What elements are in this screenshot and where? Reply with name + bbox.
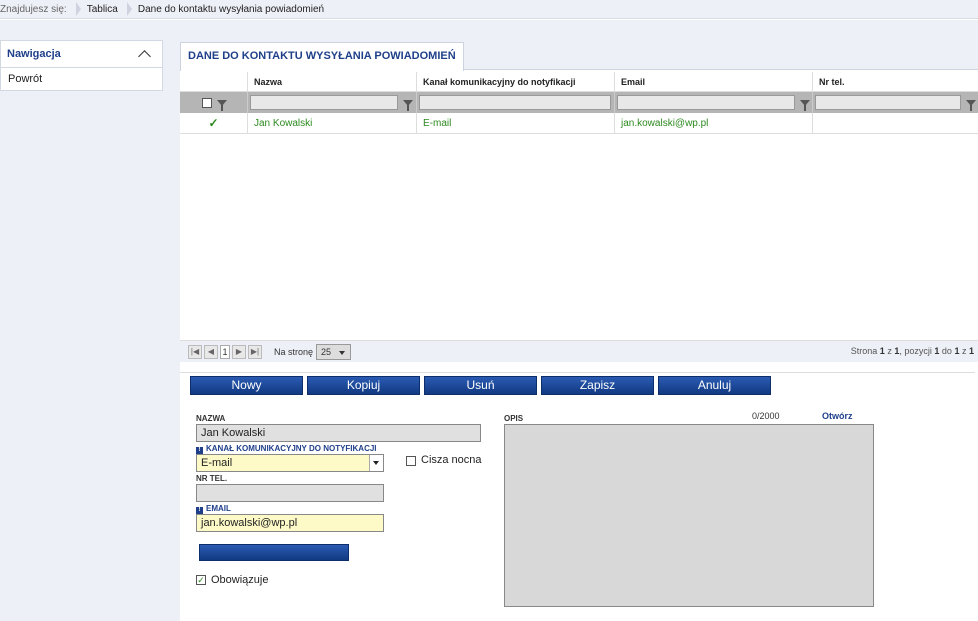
email-label: ! EMAIL [196,504,231,514]
filter-nazwa-input[interactable] [250,95,398,110]
filter-icon[interactable] [800,99,810,111]
row-nazwa: Jan Kowalski [248,113,417,134]
row-kanal: E-mail [417,113,615,134]
pager-info: Strona 1 z 1, pozycji 1 do 1 z 1 [850,346,974,356]
chevron-down-icon[interactable] [369,455,383,471]
copy-button[interactable]: Kopiuj [307,376,420,395]
opis-open-link[interactable]: Otwórz [822,411,853,421]
filter-nazwa-cell [248,92,417,113]
obowiazuje-checkbox[interactable]: ✓ [196,575,206,585]
delete-button[interactable]: Usuń [424,376,537,395]
per-page-select[interactable]: 25 [316,343,352,360]
toolbar: Nowy Kopiuj Usuń Zapisz Anuluj [190,376,775,395]
grid-header-kanal[interactable]: Kanał komunikacyjny do notyfikacji [417,72,615,92]
filter-icon[interactable] [217,99,227,111]
page-number-input[interactable]: 1 [220,344,230,359]
nazwa-field[interactable]: Jan Kowalski [196,424,481,442]
nrtel-field[interactable] [196,484,384,502]
filter-nrtel-input[interactable] [815,95,961,110]
chevron-up-icon[interactable] [138,50,151,63]
row-nrtel [813,113,978,134]
nav-item-powrot[interactable]: Powrót [1,68,162,90]
filter-select-cell [180,92,248,113]
blank-action-button[interactable] [199,544,349,561]
navigation-panel: Nawigacja Powrót [0,40,163,91]
opis-counter: 0/2000 [752,411,780,421]
filter-row [180,92,978,113]
grid-header-select [180,72,248,92]
filter-nrtel-cell [813,92,978,113]
row-email: jan.kowalski@wp.pl [615,113,813,134]
save-button[interactable]: Zapisz [541,376,654,395]
grid-header-nazwa[interactable]: Nazwa [248,72,417,92]
kanal-label: ! KANAŁ KOMUNIKACYJNY DO NOTYFIKACJI [196,444,377,454]
kanal-select[interactable]: E-mail [196,454,384,472]
cisza-nocna-label: Cisza nocna [421,454,482,466]
opis-label: OPIS [504,414,524,423]
grid-header-nrtel[interactable]: Nr tel. [813,72,978,92]
filter-kanal-input[interactable] [419,95,611,110]
navigation-header[interactable]: Nawigacja [1,41,162,68]
grid-header: Nazwa Kanał komunikacyjny do notyfikacji… [180,72,978,92]
filter-kanal-cell [417,92,615,113]
table-row[interactable]: ✓ Jan Kowalski E-mail jan.kowalski@wp.pl [180,113,978,134]
tab-bar: DANE DO KONTAKTU WYSYŁANIA POWIADOMIEŃ [180,20,978,71]
prev-page-icon[interactable]: ◀ [204,344,218,359]
main-content: DANE DO KONTAKTU WYSYŁANIA POWIADOMIEŃ N… [180,20,978,621]
cisza-nocna-checkbox[interactable] [406,456,416,466]
obowiazuje-label: Obowiązuje [211,574,269,586]
required-icon: ! [196,507,203,514]
divider [180,372,975,373]
filter-email-input[interactable] [617,95,795,110]
breadcrumb: Znajdujesz się: Tablica Dane do kontaktu… [0,0,978,19]
row-checkmark-icon: ✓ [180,113,248,134]
required-icon: ! [196,447,203,454]
navigation-title: Nawigacja [7,48,61,60]
filter-icon[interactable] [966,99,976,111]
nrtel-label: NR TEL. [196,474,228,483]
filter-icon[interactable] [403,99,413,111]
next-page-icon[interactable]: ▶ [232,344,246,359]
select-all-checkbox[interactable] [202,97,212,108]
breadcrumb-item-tablica[interactable]: Tablica [75,0,128,19]
email-field[interactable]: jan.kowalski@wp.pl [196,514,384,532]
breadcrumb-lead: Znajdujesz się: [0,3,67,15]
new-button[interactable]: Nowy [190,376,303,395]
breadcrumb-item-current: Dane do kontaktu wysyłania powiadomień [126,0,334,19]
tab-dane-kontaktu[interactable]: DANE DO KONTAKTU WYSYŁANIA POWIADOMIEŃ [180,42,464,71]
nazwa-label: NAZWA [196,414,226,423]
grid-header-email[interactable]: Email [615,72,813,92]
first-page-icon[interactable]: |◀ [188,344,202,359]
filter-email-cell [615,92,813,113]
last-page-icon[interactable]: ▶| [248,344,262,359]
opis-textarea[interactable] [504,424,874,607]
pager: |◀ ◀ 1 ▶ ▶| Na stronę 25 Strona 1 z 1, p… [180,340,978,362]
per-page-label: Na stronę [274,346,314,357]
cancel-button[interactable]: Anuluj [658,376,771,395]
left-panel [0,20,180,621]
